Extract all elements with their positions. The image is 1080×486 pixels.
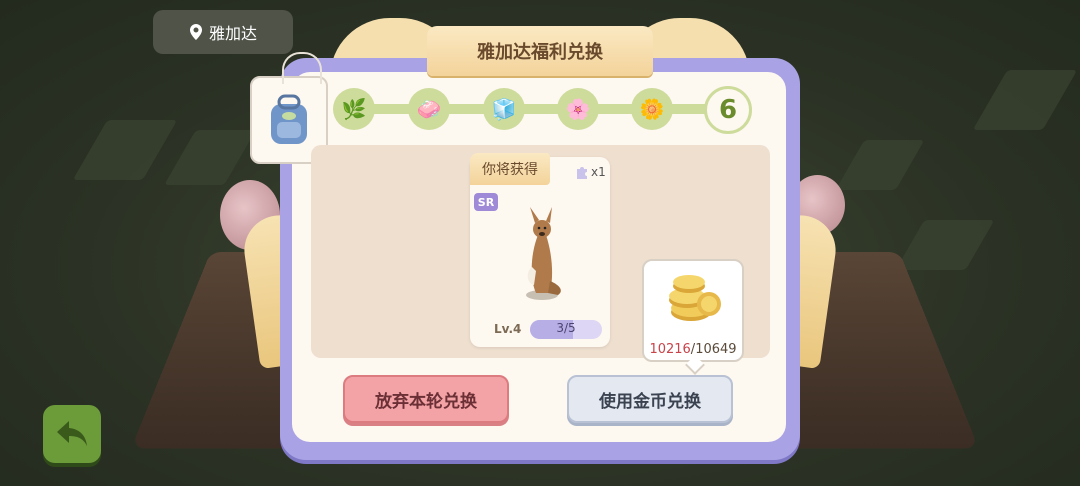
back-button[interactable] xyxy=(43,405,101,463)
ice-block-icon: 🧊 xyxy=(491,97,517,121)
progress-step-1: 🌿 xyxy=(333,88,375,130)
reward-label: 你将获得 xyxy=(470,153,550,185)
dialog-title: 雅加达福利兑换 xyxy=(427,26,653,76)
puzzle-piece-icon xyxy=(577,167,587,179)
location-name: 雅加达 xyxy=(208,24,257,43)
gold-coins-icon xyxy=(669,275,721,321)
daisy-icon: 🌼 xyxy=(639,97,665,121)
progress-step-2: 🧼 xyxy=(408,88,450,130)
coins-required: 10649 xyxy=(695,342,737,357)
purple-flower-icon: 🌸 xyxy=(565,97,591,121)
location-pin-icon xyxy=(189,24,202,40)
back-arrow-icon xyxy=(57,421,87,446)
progress-step-5: 🌼 xyxy=(631,88,673,130)
reward-quantity: x1 xyxy=(575,165,606,179)
use-coins-button[interactable]: 使用金币兑换 xyxy=(567,375,733,423)
progress-step-3: 🧊 xyxy=(483,88,525,130)
rarity-badge: SR xyxy=(474,193,498,211)
progress-step-final: 6 xyxy=(704,86,752,134)
eraser-icon: 🧼 xyxy=(416,97,442,121)
card-progress-text: 3/5 xyxy=(556,321,576,335)
card-level: Lv.4 xyxy=(494,322,522,336)
coin-count: 10216/10649 xyxy=(642,342,744,357)
location-pill[interactable]: 雅加达 xyxy=(153,10,293,54)
progress-step-4: 🌸 xyxy=(557,88,599,130)
abandon-exchange-button[interactable]: 放弃本轮兑换 xyxy=(343,375,509,423)
plant-icon: 🌿 xyxy=(341,97,367,121)
backpack-icon xyxy=(271,94,307,144)
coins-owned: 10216 xyxy=(649,342,691,357)
kangaroo-card-image xyxy=(526,207,561,300)
